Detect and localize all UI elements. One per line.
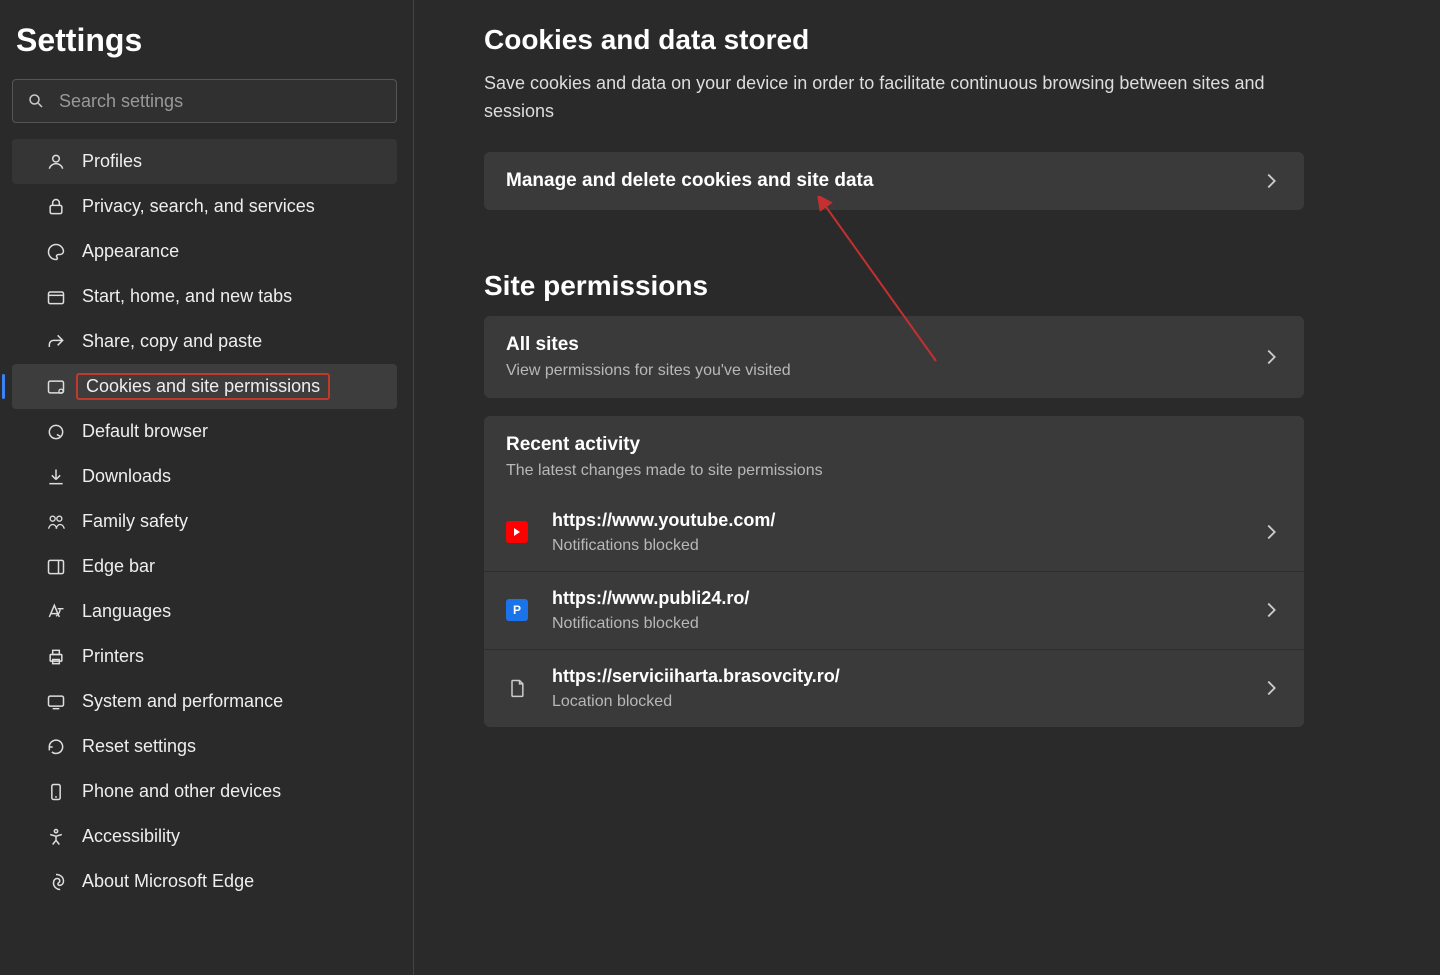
nav-label: System and performance bbox=[82, 691, 283, 712]
nav-label: About Microsoft Edge bbox=[82, 871, 254, 892]
nav-label: Privacy, search, and services bbox=[82, 196, 315, 217]
recent-site-row[interactable]: https://www.youtube.com/Notifications bl… bbox=[484, 494, 1304, 572]
profile-icon bbox=[46, 152, 66, 172]
nav-label: Edge bar bbox=[82, 556, 155, 577]
nav-label: Downloads bbox=[82, 466, 171, 487]
all-sites-row[interactable]: All sites View permissions for sites you… bbox=[484, 316, 1304, 398]
nav-item-share[interactable]: Share, copy and paste bbox=[12, 319, 397, 364]
all-sites-card: All sites View permissions for sites you… bbox=[484, 316, 1304, 398]
nav-item-download[interactable]: Downloads bbox=[12, 454, 397, 499]
accessibility-icon bbox=[46, 827, 66, 847]
recent-activity-header: Recent activity The latest changes made … bbox=[484, 416, 1304, 494]
settings-content: Cookies and data stored Save cookies and… bbox=[414, 0, 1440, 975]
chevron-right-icon bbox=[1260, 677, 1282, 699]
nav-label: Default browser bbox=[82, 421, 208, 442]
system-icon bbox=[46, 692, 66, 712]
palette-icon bbox=[46, 242, 66, 262]
recent-site-url: https://serviciiharta.brasovcity.ro/ bbox=[552, 666, 1260, 687]
nav-item-system[interactable]: System and performance bbox=[12, 679, 397, 724]
nav-label: Appearance bbox=[82, 241, 179, 262]
site-favicon-file bbox=[506, 677, 528, 699]
nav-item-default[interactable]: Default browser bbox=[12, 409, 397, 454]
chevron-right-icon bbox=[1260, 170, 1282, 192]
recent-site-url: https://www.publi24.ro/ bbox=[552, 588, 1260, 609]
nav-label: Printers bbox=[82, 646, 144, 667]
lock-icon bbox=[46, 197, 66, 217]
nav-label: Share, copy and paste bbox=[82, 331, 262, 352]
download-icon bbox=[46, 467, 66, 487]
manage-cookies-title: Manage and delete cookies and site data bbox=[506, 170, 1260, 192]
cookies-section-desc: Save cookies and data on your device in … bbox=[484, 70, 1294, 126]
settings-sidebar: Settings Profiles Privacy, search, and se… bbox=[0, 0, 414, 975]
nav-label: Accessibility bbox=[82, 826, 180, 847]
reset-icon bbox=[46, 737, 66, 757]
nav-label: Start, home, and new tabs bbox=[82, 286, 292, 307]
default-icon bbox=[46, 422, 66, 442]
about-icon bbox=[46, 872, 66, 892]
nav-label: Family safety bbox=[82, 511, 188, 532]
settings-title: Settings bbox=[16, 22, 413, 59]
nav-item-cookies[interactable]: Cookies and site permissions bbox=[12, 364, 397, 409]
nav-item-lock[interactable]: Privacy, search, and services bbox=[12, 184, 397, 229]
all-sites-subtitle: View permissions for sites you've visite… bbox=[506, 362, 1260, 380]
nav-item-phone[interactable]: Phone and other devices bbox=[12, 769, 397, 814]
nav-label: Profiles bbox=[82, 151, 142, 172]
recent-activity-title: Recent activity bbox=[506, 434, 1282, 456]
nav-item-languages[interactable]: Languages bbox=[12, 589, 397, 634]
recent-site-status: Location blocked bbox=[552, 693, 1260, 711]
settings-nav: Profiles Privacy, search, and services App… bbox=[0, 139, 413, 904]
recent-activity-card: Recent activity The latest changes made … bbox=[484, 416, 1304, 727]
recent-site-status: Notifications blocked bbox=[552, 537, 1260, 555]
languages-icon bbox=[46, 602, 66, 622]
nav-item-family[interactable]: Family safety bbox=[12, 499, 397, 544]
permissions-section-title: Site permissions bbox=[484, 270, 1400, 302]
recent-site-row[interactable]: Phttps://www.publi24.ro/Notifications bl… bbox=[484, 572, 1304, 650]
settings-search-input[interactable] bbox=[57, 90, 396, 113]
family-icon bbox=[46, 512, 66, 532]
site-favicon-publi: P bbox=[506, 599, 528, 621]
chevron-right-icon bbox=[1260, 346, 1282, 368]
nav-item-tabs[interactable]: Start, home, and new tabs bbox=[12, 274, 397, 319]
nav-label: Reset settings bbox=[82, 736, 196, 757]
cookies-icon bbox=[46, 377, 66, 397]
site-favicon-youtube bbox=[506, 521, 528, 543]
nav-label: Cookies and site permissions bbox=[86, 376, 320, 396]
nav-label: Languages bbox=[82, 601, 171, 622]
cookies-section-title: Cookies and data stored bbox=[484, 24, 1400, 56]
printers-icon bbox=[46, 647, 66, 667]
nav-label: Phone and other devices bbox=[82, 781, 281, 802]
chevron-right-icon bbox=[1260, 521, 1282, 543]
recent-activity-subtitle: The latest changes made to site permissi… bbox=[506, 462, 1282, 480]
nav-item-printers[interactable]: Printers bbox=[12, 634, 397, 679]
nav-item-about[interactable]: About Microsoft Edge bbox=[12, 859, 397, 904]
edgebar-icon bbox=[46, 557, 66, 577]
chevron-right-icon bbox=[1260, 599, 1282, 621]
nav-item-edgebar[interactable]: Edge bar bbox=[12, 544, 397, 589]
tabs-icon bbox=[46, 287, 66, 307]
recent-site-row[interactable]: https://serviciiharta.brasovcity.ro/Loca… bbox=[484, 650, 1304, 727]
nav-item-profile[interactable]: Profiles bbox=[12, 139, 397, 184]
nav-item-reset[interactable]: Reset settings bbox=[12, 724, 397, 769]
search-icon bbox=[27, 92, 45, 110]
settings-search[interactable] bbox=[12, 79, 397, 123]
manage-cookies-row[interactable]: Manage and delete cookies and site data bbox=[484, 152, 1304, 210]
recent-site-url: https://www.youtube.com/ bbox=[552, 510, 1260, 531]
all-sites-title: All sites bbox=[506, 334, 1260, 356]
recent-site-status: Notifications blocked bbox=[552, 615, 1260, 633]
share-icon bbox=[46, 332, 66, 352]
nav-item-accessibility[interactable]: Accessibility bbox=[12, 814, 397, 859]
phone-icon bbox=[46, 782, 66, 802]
manage-cookies-card: Manage and delete cookies and site data bbox=[484, 152, 1304, 210]
nav-item-palette[interactable]: Appearance bbox=[12, 229, 397, 274]
nav-highlight: Cookies and site permissions bbox=[76, 373, 330, 400]
